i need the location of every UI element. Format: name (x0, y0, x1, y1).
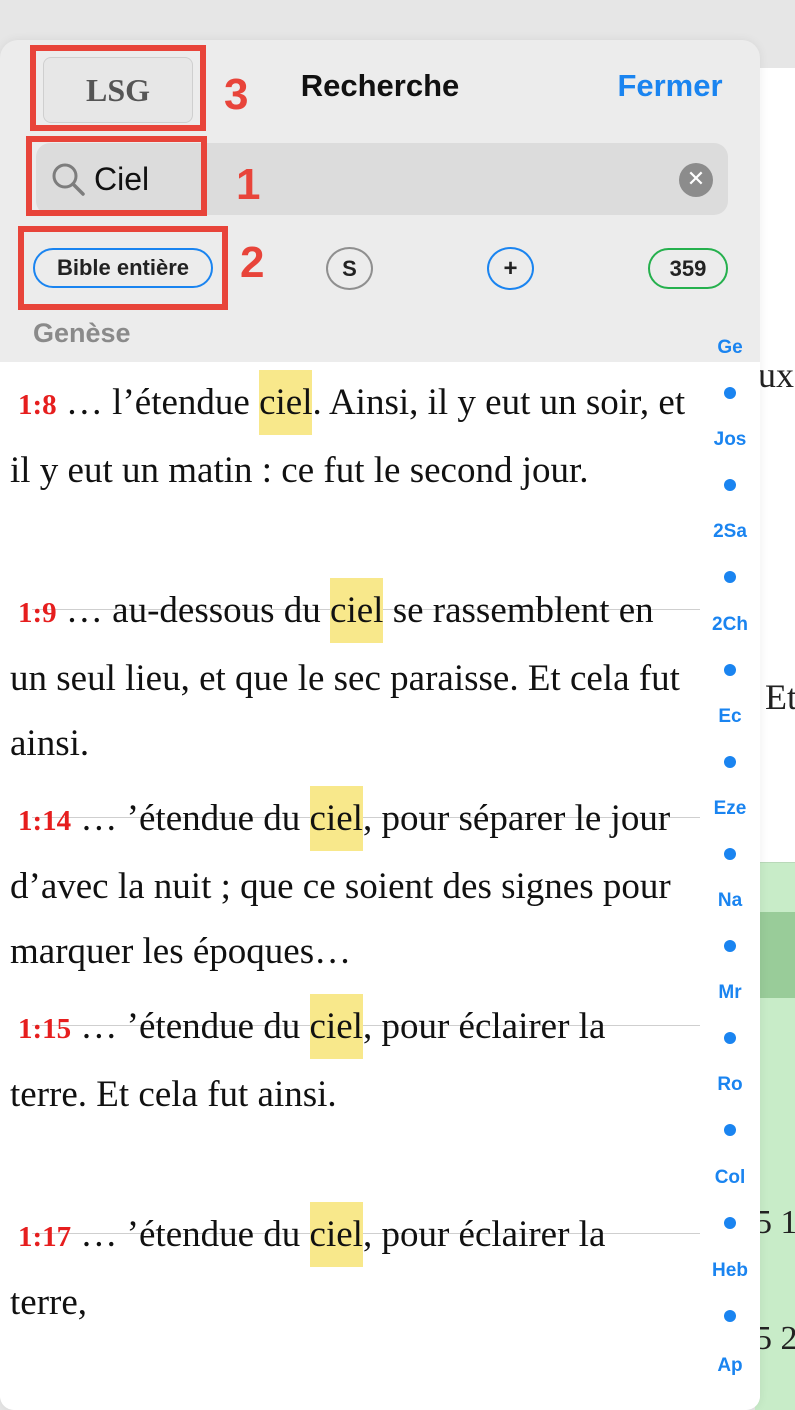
result-count-badge: 359 (648, 248, 728, 289)
clear-search-icon[interactable]: ✕ (679, 163, 713, 197)
result-match-highlight: ciel (309, 1202, 363, 1267)
result-match-highlight: ciel (259, 370, 313, 435)
book-index-dot[interactable] (724, 1310, 736, 1322)
result-item[interactable]: 1:8 … l’étendue ciel. Ainsi, il y eut un… (0, 362, 705, 570)
annotation-number-1: 1 (236, 160, 261, 209)
result-text: 1:17 … ’étendue du ciel, pour éclairer l… (10, 1202, 690, 1335)
book-index-mr[interactable]: Mr (705, 982, 755, 1004)
background-text-fragment: 5 1 (755, 1204, 795, 1241)
book-index-dot[interactable] (724, 571, 736, 583)
book-index-heb[interactable]: Heb (705, 1260, 755, 1282)
book-index-col[interactable]: Col (705, 1167, 755, 1189)
result-match-highlight: ciel (309, 994, 363, 1059)
book-index-dot[interactable] (724, 848, 736, 860)
result-item[interactable]: 1:17 … ’étendue du ciel, pour éclairer l… (0, 1194, 705, 1402)
result-match-highlight: ciel (309, 786, 363, 851)
book-index-eze[interactable]: Eze (705, 798, 755, 820)
section-header-book: Genèse (33, 318, 131, 348)
result-item[interactable]: 1:9 … au-dessous du ciel se rassemblent … (0, 570, 705, 778)
result-text: 1:14 … ’étendue du ciel, pour séparer le… (10, 786, 690, 984)
book-index-ge[interactable]: Ge (705, 337, 755, 359)
result-text: 1:15 … ’étendue du ciel, pour éclairer l… (10, 994, 690, 1127)
book-index-ec[interactable]: Ec (705, 706, 755, 728)
background-green-band (755, 912, 795, 998)
book-index-ap[interactable]: Ap (705, 1355, 755, 1377)
result-text: 1:8 … l’étendue ciel. Ainsi, il y eut un… (10, 370, 690, 503)
annotation-box-search (26, 136, 207, 216)
annotation-box-translation (30, 45, 206, 131)
background-text-fragment: ux (758, 355, 794, 395)
verse-reference: 1:9 (18, 597, 57, 629)
background-text-fragment: Et (765, 677, 795, 717)
book-index-jos[interactable]: Jos (705, 429, 755, 451)
result-text: 1:9 … au-dessous du ciel se rassemblent … (10, 578, 690, 776)
result-item[interactable]: 1:14 … ’étendue du ciel, pour séparer le… (0, 778, 705, 986)
book-index-dot[interactable] (724, 664, 736, 676)
background-text-fragment: 5 2 (755, 1320, 795, 1357)
result-item[interactable]: 1:15 … ’étendue du ciel, pour éclairer l… (0, 986, 705, 1194)
book-index-na[interactable]: Na (705, 890, 755, 912)
book-index-dot[interactable] (724, 1124, 736, 1136)
book-index-dot[interactable] (724, 387, 736, 399)
book-index-dot[interactable] (724, 756, 736, 768)
annotation-number-3: 3 (224, 70, 249, 119)
book-index-dot[interactable] (724, 1217, 736, 1229)
book-index-ro[interactable]: Ro (705, 1074, 755, 1096)
verse-reference: 1:8 (18, 389, 57, 421)
strong-filter-button[interactable]: S (326, 247, 373, 290)
result-context-before: … ’étendue du (71, 798, 310, 839)
page-title: Recherche (300, 68, 460, 103)
results-list[interactable]: 1:8 … l’étendue ciel. Ainsi, il y eut un… (0, 362, 705, 1410)
book-index-dot[interactable] (724, 940, 736, 952)
result-match-highlight: ciel (330, 578, 384, 643)
result-context-before: … ’étendue du (71, 1214, 310, 1255)
result-context-before: … l’étendue (56, 382, 260, 423)
add-filter-button[interactable]: + (487, 247, 534, 290)
verse-reference: 1:17 (18, 1221, 72, 1253)
verse-reference: 1:14 (18, 805, 72, 837)
close-button[interactable]: Fermer (600, 68, 740, 104)
result-context-before: … ’étendue du (71, 1006, 310, 1047)
book-index-dot[interactable] (724, 1032, 736, 1044)
book-index-2ch[interactable]: 2Ch (705, 614, 755, 636)
annotation-number-2: 2 (240, 238, 265, 287)
result-context-before: … au-dessous du (56, 590, 331, 631)
book-index-2sa[interactable]: 2Sa (705, 521, 755, 543)
verse-reference: 1:15 (18, 1013, 72, 1045)
book-index-dot[interactable] (724, 479, 736, 491)
annotation-box-scope (18, 226, 228, 310)
